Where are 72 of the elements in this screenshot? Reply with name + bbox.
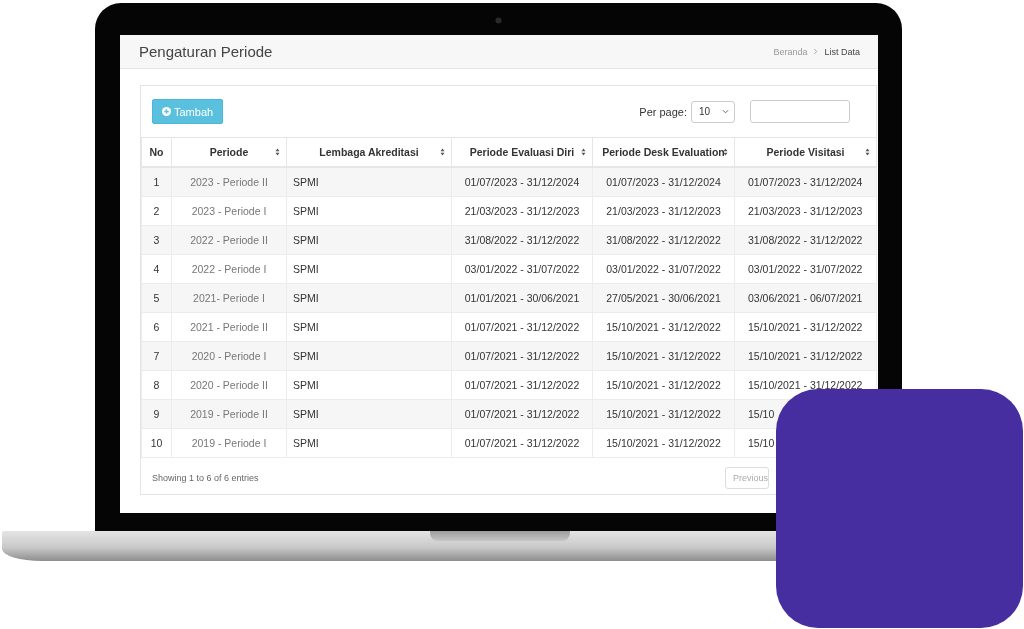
table-cell: 5 — [141, 283, 172, 313]
plus-circle-icon — [162, 107, 171, 116]
table-cell: 15/10/2021 - 31/12/2022 — [592, 428, 735, 458]
table-cell: SPMI — [286, 225, 452, 255]
table-cell: 15/10/2021 - 31/12/2022 — [734, 341, 877, 371]
table-cell: 1 — [141, 167, 172, 197]
page-title: Pengaturan Periode — [139, 43, 273, 60]
table-cell: 03/06/2021 - 06/07/2021 — [734, 283, 877, 313]
table-cell: 2 — [141, 196, 172, 226]
table-cell: 2019 - Periode II — [171, 399, 287, 429]
table-cell: 2021 - Periode II — [171, 312, 287, 342]
table-cell: 8 — [141, 370, 172, 400]
sort-icon — [723, 148, 728, 156]
table-cell: 4 — [141, 254, 172, 284]
table-cell: 21/03/2023 - 31/12/2023 — [734, 196, 877, 226]
table-cell: 03/01/2022 - 31/07/2022 — [592, 254, 735, 284]
table-cell: SPMI — [286, 370, 452, 400]
entries-info: Showing 1 to 6 of 6 entries — [152, 473, 259, 483]
table-cell: 15/10/2021 - 31/12/2022 — [592, 370, 735, 400]
sort-icon — [275, 148, 280, 156]
table-cell: SPMI — [286, 312, 452, 342]
table-cell: 9 — [141, 399, 172, 429]
breadcrumb-link[interactable]: List Data — [824, 46, 860, 57]
table-cell: 31/08/2022 - 31/12/2022 — [451, 225, 593, 255]
table-cell: 01/07/2021 - 31/12/2022 — [451, 341, 593, 371]
table-cell: SPMI — [286, 341, 452, 371]
sort-icon — [440, 148, 445, 156]
caret-icon — [722, 109, 729, 114]
table-cell: SPMI — [286, 283, 452, 313]
table-cell: 3 — [141, 225, 172, 255]
table-cell: 31/08/2022 - 31/12/2022 — [592, 225, 735, 255]
table-cell: 01/07/2023 - 31/12/2024 — [734, 167, 877, 197]
table-cell: 6 — [141, 312, 172, 342]
table-cell: 2023 - Periode II — [171, 167, 287, 197]
table-cell: 03/01/2022 - 31/07/2022 — [734, 254, 877, 284]
table-cell: 2019 - Periode I — [171, 428, 287, 458]
table-cell: SPMI — [286, 196, 452, 226]
camera-icon — [495, 17, 502, 24]
table-cell: 2021- Periode I — [171, 283, 287, 313]
table-cell: SPMI — [286, 254, 452, 284]
table-cell: SPMI — [286, 428, 452, 458]
table-cell: 01/07/2023 - 31/12/2024 — [592, 167, 735, 197]
table-cell: 15/10/2021 - 31/12/2022 — [592, 312, 735, 342]
per-page-label: Per page: — [639, 105, 687, 118]
sort-icon — [865, 148, 870, 156]
table-cell: 21/03/2023 - 31/12/2023 — [592, 196, 735, 226]
table-cell: SPMI — [286, 167, 452, 197]
table-cell: 2023 - Periode I — [171, 196, 287, 226]
table-cell: 15/10/2021 - 31/12/2022 — [592, 341, 735, 371]
sort-icon — [581, 148, 586, 156]
table-cell: 15/10/2021 - 31/12/2022 — [592, 399, 735, 429]
table-cell: 2022 - Periode II — [171, 225, 287, 255]
chevron-icon — [813, 48, 819, 55]
table-cell: 01/07/2021 - 31/12/2022 — [451, 312, 593, 342]
table-cell: 01/07/2023 - 31/12/2024 — [451, 167, 593, 197]
table-cell: 7 — [141, 341, 172, 371]
search-field[interactable] — [750, 100, 850, 123]
table-cell: 2020 - Periode I — [171, 341, 287, 371]
table-cell: 03/01/2022 - 31/07/2022 — [451, 254, 593, 284]
table-cell: 01/01/2021 - 30/06/2021 — [451, 283, 593, 313]
table-cell: 2022 - Periode I — [171, 254, 287, 284]
table-cell: 31/08/2022 - 31/12/2022 — [734, 225, 877, 255]
table-cell: 27/05/2021 - 30/06/2021 — [592, 283, 735, 313]
table-cell: 2020 - Periode II — [171, 370, 287, 400]
table-cell: 15/10/2021 - 31/12/2022 — [734, 312, 877, 342]
per-page-select[interactable]: 10 — [691, 100, 735, 123]
table-cell: SPMI — [286, 399, 452, 429]
table-cell: 01/07/2021 - 31/12/2022 — [451, 399, 593, 429]
table-cell: 01/07/2021 - 31/12/2022 — [451, 370, 593, 400]
table-cell: 10 — [141, 428, 172, 458]
table-cell: 21/03/2023 - 31/12/2023 — [451, 196, 593, 226]
table-cell: 01/07/2021 - 31/12/2022 — [451, 428, 593, 458]
